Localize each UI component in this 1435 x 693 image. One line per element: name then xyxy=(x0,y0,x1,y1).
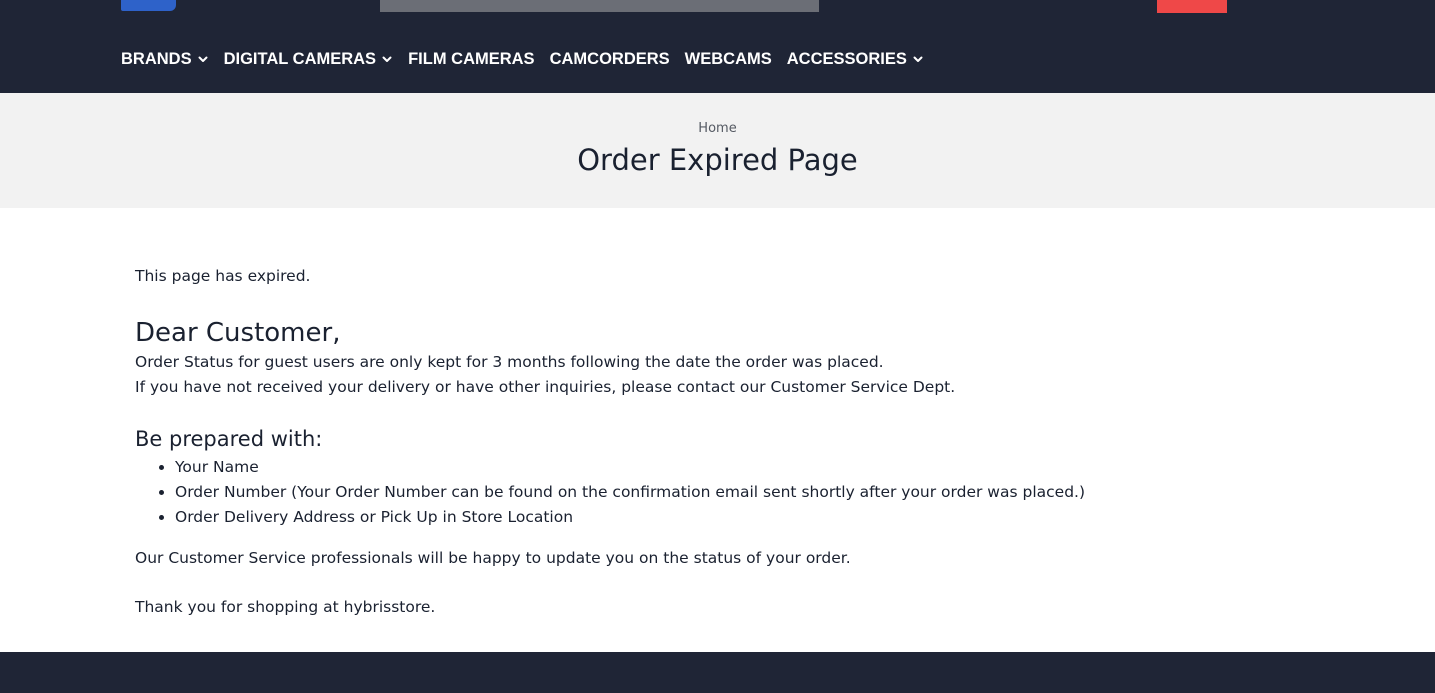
nav-item-accessories[interactable]: ACCESSORIES xyxy=(787,50,924,69)
prepared-heading: Be prepared with: xyxy=(135,427,323,451)
order-status-info: Order Status for guest users are only ke… xyxy=(135,353,884,371)
chevron-down-icon xyxy=(198,56,208,62)
cart-button[interactable] xyxy=(1157,0,1227,13)
nav-item-digital-cameras[interactable]: DIGITAL CAMERAS xyxy=(224,50,393,69)
prepared-list: Your Name Order Number (Your Order Numbe… xyxy=(135,455,1235,530)
nav-item-label: CAMCORDERS xyxy=(549,49,670,68)
chevron-down-icon xyxy=(913,56,923,62)
greeting-heading: Dear Customer, xyxy=(135,318,341,348)
list-item: Your Name xyxy=(175,455,1235,480)
main-content: This page has expired. Dear Customer, Or… xyxy=(135,260,1235,620)
nav-item-webcams[interactable]: WEBCAMS xyxy=(685,50,772,69)
nav-item-film-cameras[interactable]: FILM CAMERAS xyxy=(408,50,535,69)
expired-message: This page has expired. xyxy=(135,267,311,285)
nav-item-label: FILM CAMERAS xyxy=(408,49,535,68)
list-item: Order Delivery Address or Pick Up in Sto… xyxy=(175,505,1235,530)
nav-item-label: BRANDS xyxy=(121,49,192,68)
page-hero: Home Order Expired Page xyxy=(0,93,1435,208)
chevron-down-icon xyxy=(382,56,392,62)
contact-info: If you have not received your delivery o… xyxy=(135,378,956,396)
site-logo[interactable] xyxy=(121,0,176,11)
page-title: Order Expired Page xyxy=(577,143,858,177)
breadcrumb-home-link[interactable]: Home xyxy=(698,121,736,136)
nav-item-label: DIGITAL CAMERAS xyxy=(223,49,377,68)
site-footer xyxy=(0,652,1435,693)
customer-service-note: Our Customer Service professionals will … xyxy=(135,549,851,567)
thank-you-note: Thank you for shopping at hybrisstore. xyxy=(135,598,436,616)
main-navigation: BRANDS DIGITAL CAMERAS FILM CAMERAS CAMC… xyxy=(121,47,939,71)
nav-item-label: WEBCAMS xyxy=(684,49,772,68)
nav-item-label: ACCESSORIES xyxy=(786,49,907,68)
nav-item-camcorders[interactable]: CAMCORDERS xyxy=(550,50,670,69)
list-item: Order Number (Your Order Number can be f… xyxy=(175,480,1235,505)
breadcrumb: Home xyxy=(0,121,1435,136)
site-header: BRANDS DIGITAL CAMERAS FILM CAMERAS CAMC… xyxy=(0,0,1435,93)
search-input[interactable] xyxy=(380,0,819,12)
nav-item-brands[interactable]: BRANDS xyxy=(121,50,209,69)
